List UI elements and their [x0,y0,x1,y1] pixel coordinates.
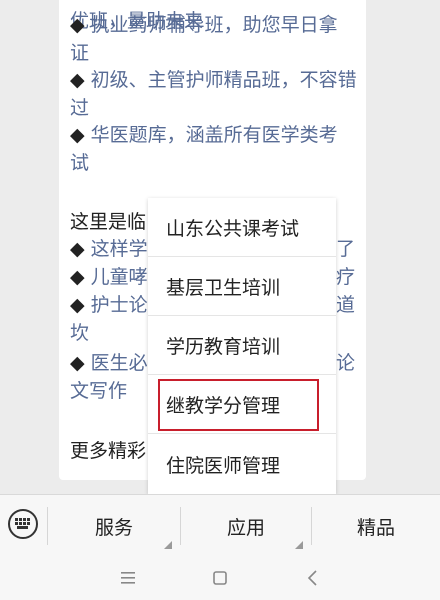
message-line: 这里是临 [70,211,147,233]
keyboard-icon[interactable] [8,509,38,539]
message-line-link[interactable]: 证 [70,40,89,66]
message-line-link[interactable]: ◆ 护士论 [70,292,148,318]
tab-apps[interactable]: 应用 [181,495,311,557]
message-line-link[interactable]: 试 [70,150,89,176]
menu-item-continuing-education-credits[interactable]: 继教学分管理 [148,375,336,434]
message-line-link[interactable]: ◆ 执业药师辅导班，助您早日拿 [70,12,338,38]
bottom-menu-bar: 服务 应用 精品 [0,494,440,556]
home-icon[interactable] [210,568,230,588]
message-line-link[interactable]: ◆ 初级、主管护师精品班，不容错 [70,67,357,93]
message-line-link[interactable]: 坎 [70,320,89,346]
message-line-overflow[interactable]: 疗 [336,264,355,290]
tab-services[interactable]: 服务 [48,495,180,557]
system-navigation-bar [0,556,440,600]
message-line-link[interactable]: ◆ 儿童哮 [70,264,148,290]
message-line-link[interactable]: ◆ 这样学 [70,236,148,262]
menu-item-shandong-public-course[interactable]: 山东公共课考试 [148,198,336,257]
menu-item-degree-education-training[interactable]: 学历教育培训 [148,316,336,375]
menu-item-primary-health-training[interactable]: 基层卫生培训 [148,257,336,316]
message-line-link[interactable]: 文写作 [70,378,127,404]
message-line-overflow[interactable]: 了 [336,236,355,262]
message-line-link[interactable]: ◆ 医生必 [70,350,148,376]
menu-icon[interactable] [118,568,138,588]
menu-item-resident-physician-management[interactable]: 住院医师管理 [148,435,336,494]
submenu-indicator-icon [295,541,303,549]
message-line-link[interactable]: ◆ 华医题库，涵盖所有医学类考 [70,122,338,148]
message-line-overflow[interactable]: 道 [336,292,355,318]
popup-menu: 山东公共课考试 基层卫生培训 学历教育培训 继教学分管理 住院医师管理 [148,198,336,494]
message-line: 更多精彩 [70,440,147,462]
submenu-indicator-icon [164,541,172,549]
tab-featured[interactable]: 精品 [312,495,440,557]
message-line-overflow[interactable]: 论 [336,350,355,376]
message-line-link[interactable]: 过 [70,95,89,121]
back-icon[interactable] [303,568,323,588]
